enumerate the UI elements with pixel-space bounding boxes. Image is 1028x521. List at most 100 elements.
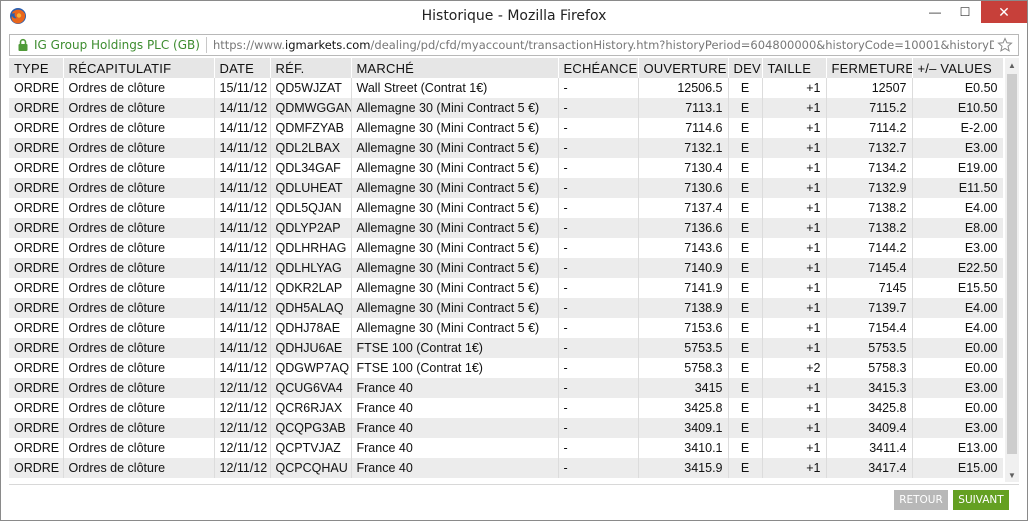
table-cell: +1 [762,198,827,218]
table-cell: 3410.1 [638,438,729,458]
table-row: ORDRE Ordres de clôture 12/11/12 QCQPG3AB Fr… [9,418,1003,438]
table-cell: 14/11/12 [214,98,271,118]
table-cell: 14/11/12 [214,178,271,198]
table-cell: Ordres de clôture [63,338,215,358]
table-row: ORDRE Ordres de clôture 12/11/12 QCUG6VA4 Fr… [9,378,1003,398]
table-cell: - [558,158,639,178]
site-identity[interactable]: IG Group Holdings PLC (GB) [34,38,200,52]
address-bar[interactable]: IG Group Holdings PLC (GB) https://www.i… [9,34,1019,56]
table-cell: 7138.2 [826,218,913,238]
table-cell: France 40 [351,378,559,398]
table-cell: 14/11/12 [214,298,271,318]
transaction-history-table: TYPE RÉCAPITULATIF DATE RÉF. MARCHÉ ECHÉANCE O… [9,58,1003,478]
table-cell: 12507 [826,78,913,98]
scroll-up-arrow-icon[interactable]: ▲ [1005,58,1019,72]
table-cell: QDMWGGAN [270,98,352,118]
table-cell: E0.00 [912,398,1003,418]
table-cell: 3415 [638,378,729,398]
table-cell: 14/11/12 [214,258,271,278]
table-cell: QDH5ALAQ [270,298,352,318]
table-cell: +1 [762,338,827,358]
star-icon[interactable] [994,35,1016,55]
table-cell: +1 [762,398,827,418]
table-cell: QDKR2LAP [270,278,352,298]
table-cell: ORDRE [9,178,64,198]
table-cell: Ordres de clôture [63,78,215,98]
table-cell: ORDRE [9,258,64,278]
table-cell: 14/11/12 [214,158,271,178]
table-cell: ORDRE [9,318,64,338]
url-prefix: https://www. [212,38,285,52]
table-cell: Ordres de clôture [63,238,215,258]
table-cell: Ordres de clôture [63,458,215,478]
scroll-thumb[interactable] [1007,74,1017,454]
table-cell: Ordres de clôture [63,218,215,238]
table-cell: E0.50 [912,78,1003,98]
table-cell: E10.50 [912,98,1003,118]
table-cell: 14/11/12 [214,238,271,258]
table-cell: Allemagne 30 (Mini Contract 5 €) [351,318,559,338]
table-cell: 7130.4 [638,158,729,178]
table-cell: QDGWP7AQ [270,358,352,378]
lock-icon[interactable] [16,38,30,52]
table-cell: Ordres de clôture [63,318,215,338]
close-button[interactable]: ✕ [981,1,1027,23]
table-cell: France 40 [351,418,559,438]
table-cell: 5753.5 [638,338,729,358]
table-cell: E13.00 [912,438,1003,458]
minimize-button[interactable]: — [921,1,949,23]
table-cell: 7145.4 [826,258,913,278]
table-cell: QDLUHEAT [270,178,352,198]
table-cell: +1 [762,278,827,298]
column-header: RÉF. [270,58,352,78]
table-cell: Ordres de clôture [63,158,215,178]
table-cell: 7141.9 [638,278,729,298]
browser-window: Historique - Mozilla Firefox — ☐ ✕ IG Gr… [0,0,1028,521]
scroll-down-arrow-icon[interactable]: ▼ [1005,468,1019,482]
table-cell: 7154.4 [826,318,913,338]
table-cell: E4.00 [912,298,1003,318]
pagination-footer: RETOUR SUIVANT [9,484,1019,514]
table-cell: 7138.2 [826,198,913,218]
table-row: ORDRE Ordres de clôture 14/11/12 QDL5QJAN Al… [9,198,1003,218]
table-cell: QDHJU6AE [270,338,352,358]
table-cell: 7137.4 [638,198,729,218]
table-cell: E [728,198,763,218]
table-cell: E3.00 [912,378,1003,398]
table-cell: 14/11/12 [214,358,271,378]
table-row: ORDRE Ordres de clôture 12/11/12 QCR6RJAX Fr… [9,398,1003,418]
column-header: FERMETURE [826,58,913,78]
table-cell: E [728,438,763,458]
table-cell: Allemagne 30 (Mini Contract 5 €) [351,238,559,258]
table-cell: E [728,78,763,98]
table-cell: Wall Street (Contrat 1€) [351,78,559,98]
table-cell: 12/11/12 [214,458,271,478]
table-cell: France 40 [351,438,559,458]
table-cell: 14/11/12 [214,338,271,358]
table-cell: E [728,278,763,298]
vertical-scrollbar[interactable]: ▲ ▼ [1005,58,1019,482]
table-cell: Ordres de clôture [63,198,215,218]
table-cell: 7138.9 [638,298,729,318]
column-header: ECHÉANCE [558,58,639,78]
table-cell: France 40 [351,398,559,418]
table-cell: E15.50 [912,278,1003,298]
retour-button[interactable]: RETOUR [894,490,948,510]
url-text[interactable]: https://www.igmarkets.com/dealing/pd/cfd… [213,38,994,52]
table-cell: ORDRE [9,458,64,478]
table-cell: 12/11/12 [214,438,271,458]
table-cell: 14/11/12 [214,118,271,138]
table-cell: E [728,298,763,318]
table-cell: 3415.9 [638,458,729,478]
table-row: ORDRE Ordres de clôture 14/11/12 QDLYP2AP Al… [9,218,1003,238]
table-cell: 5753.5 [826,338,913,358]
table-cell: - [558,438,639,458]
table-cell: QCUG6VA4 [270,378,352,398]
table-cell: - [558,118,639,138]
table-cell: +1 [762,178,827,198]
maximize-button[interactable]: ☐ [951,1,979,23]
table-cell: QCPTVJAZ [270,438,352,458]
table-cell: E [728,458,763,478]
suivant-button[interactable]: SUIVANT [953,490,1009,510]
table-cell: +1 [762,458,827,478]
